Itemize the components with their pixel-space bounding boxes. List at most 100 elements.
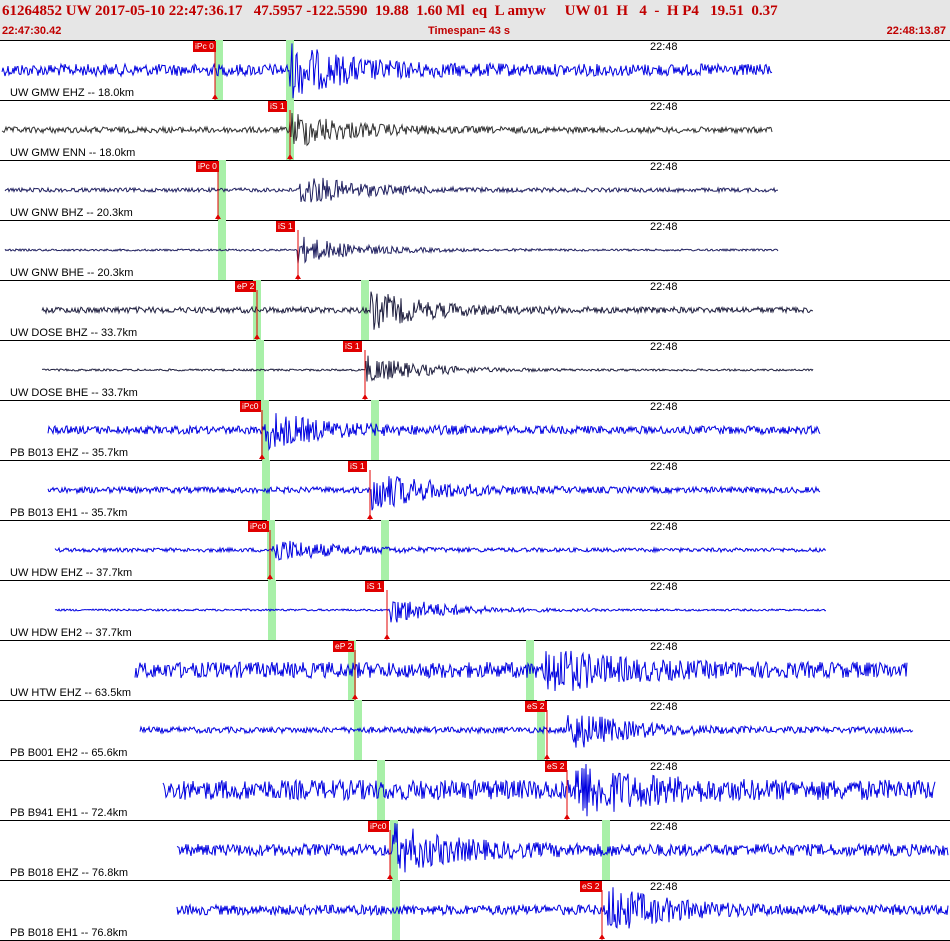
- pick-label[interactable]: iPc0: [240, 401, 261, 412]
- seismogram-trace: [176, 822, 949, 873]
- pick-label[interactable]: iPc 0: [193, 41, 216, 52]
- trace-panel[interactable]: iPc0 22:48 PB B018 EHZ -- 76.8km: [0, 820, 950, 881]
- waveform-plot: [47, 460, 821, 520]
- channel-label: UW GNW BHZ -- 20.3km: [10, 207, 133, 219]
- waveform-plot: [134, 640, 908, 700]
- waveform-plot: [41, 280, 813, 340]
- pick-marker: [599, 934, 605, 939]
- minute-marker: 22:48: [650, 581, 678, 593]
- event-summary: 61264852 UW 2017-05-10 22:47:36.17 47.59…: [2, 3, 778, 19]
- seismogram-trace: [41, 291, 813, 330]
- minute-marker: 22:48: [650, 461, 678, 473]
- minute-marker: 22:48: [650, 281, 678, 293]
- channel-label: UW DOSE BHE -- 33.7km: [10, 387, 138, 399]
- minute-marker: 22:48: [650, 761, 678, 773]
- pick-label[interactable]: iPc0: [368, 821, 389, 832]
- start-time: 22:47:30.42: [2, 25, 62, 37]
- waveform-plot: [47, 400, 821, 460]
- channel-label: PB B018 EHZ -- 76.8km: [10, 867, 128, 879]
- trace-panel[interactable]: iS 1 22:48 UW GNW BHE -- 20.3km: [0, 220, 950, 281]
- trace-panel[interactable]: iPc 0 22:48 UW GMW EHZ -- 18.0km: [0, 40, 950, 101]
- channel-label: PB B018 EH1 -- 76.8km: [10, 927, 128, 939]
- waveform-plot: [1, 40, 773, 100]
- minute-marker: 22:48: [650, 341, 678, 353]
- minute-marker: 22:48: [650, 161, 678, 173]
- timespan: Timespan= 43 s: [428, 25, 511, 37]
- minute-marker: 22:48: [650, 821, 678, 833]
- waveform-plot: [4, 160, 779, 220]
- pick-label[interactable]: eP 2: [333, 641, 355, 652]
- pick-label[interactable]: eP 2: [235, 281, 257, 292]
- minute-marker: 22:48: [650, 101, 678, 113]
- minute-marker: 22:48: [650, 881, 678, 893]
- pick-marker: [564, 814, 570, 819]
- pick-label[interactable]: iS 1: [348, 461, 367, 472]
- trace-panel[interactable]: iS 1 22:48 UW GMW ENN -- 18.0km: [0, 100, 950, 161]
- minute-marker: 22:48: [650, 221, 678, 233]
- pick-label[interactable]: eS 2: [525, 701, 547, 712]
- waveform-panels: iPc 0 22:48 UW GMW EHZ -- 18.0km iS 1 22:48 U…: [0, 40, 950, 941]
- waveform-plot: [162, 760, 936, 820]
- seismogram-trace: [54, 601, 827, 623]
- pick-marker: [367, 514, 373, 519]
- pick-marker: [384, 634, 390, 639]
- analysis-window: [381, 520, 389, 580]
- trace-panel[interactable]: eP 2 22:48 UW HTW EHZ -- 63.5km: [0, 640, 950, 701]
- seismogram-trace: [41, 355, 814, 382]
- pick-label[interactable]: iPc0: [248, 521, 269, 532]
- seismogram-trace: [4, 236, 779, 264]
- trace-panel[interactable]: iPc0 22:48 UW HDW EHZ -- 37.7km: [0, 520, 950, 581]
- waveform-plot: [176, 880, 949, 940]
- channel-label: UW GMW EHZ -- 18.0km: [10, 87, 135, 99]
- trace-panel[interactable]: iS 1 22:48 UW DOSE BHE -- 33.7km: [0, 340, 950, 401]
- seismogram-trace: [54, 540, 827, 561]
- waveform-plot: [41, 340, 814, 400]
- minute-marker: 22:48: [650, 521, 678, 533]
- channel-label: UW GMW ENN -- 18.0km: [10, 147, 136, 159]
- pick-label[interactable]: iS 1: [276, 221, 295, 232]
- seismogram-trace: [139, 715, 914, 748]
- channel-label: UW HDW EH2 -- 37.7km: [10, 627, 132, 639]
- channel-label: PB B941 EH1 -- 72.4km: [10, 807, 128, 819]
- minute-marker: 22:48: [650, 701, 678, 713]
- minute-marker: 22:48: [650, 641, 678, 653]
- trace-panel[interactable]: eS 2 22:48 PB B018 EH1 -- 76.8km: [0, 880, 950, 941]
- pick-label[interactable]: eS 2: [580, 881, 602, 892]
- end-time: 22:48:13.87: [886, 25, 946, 37]
- trace-panel[interactable]: iS 1 22:48 PB B013 EH1 -- 35.7km: [0, 460, 950, 521]
- pick-label[interactable]: iS 1: [268, 101, 287, 112]
- pick-label[interactable]: iS 1: [365, 581, 384, 592]
- trace-panel[interactable]: eP 2 22:48 UW DOSE BHZ -- 33.7km: [0, 280, 950, 341]
- trace-panel[interactable]: iS 1 22:48 UW HDW EH2 -- 37.7km: [0, 580, 950, 641]
- minute-marker: 22:48: [650, 41, 678, 53]
- seismogram-trace: [134, 650, 908, 692]
- seismogram-trace: [1, 112, 773, 147]
- waveform-plot: [4, 220, 779, 280]
- channel-label: UW HDW EHZ -- 37.7km: [10, 567, 133, 579]
- channel-label: UW HTW EHZ -- 63.5km: [10, 687, 131, 699]
- seismogram-trace: [4, 177, 779, 203]
- trace-panel[interactable]: eS 2 22:48 PB B941 EH1 -- 72.4km: [0, 760, 950, 821]
- channel-label: UW GNW BHE -- 20.3km: [10, 267, 134, 279]
- pick-marker: [362, 394, 368, 399]
- pick-label[interactable]: eS 2: [545, 761, 567, 772]
- waveform-plot: [1, 100, 773, 160]
- trace-panel[interactable]: iPc 0 22:48 UW GNW BHZ -- 20.3km: [0, 160, 950, 221]
- event-header: 61264852 UW 2017-05-10 22:47:36.17 47.59…: [0, 0, 950, 41]
- seismogram-trace: [47, 476, 821, 511]
- pick-label[interactable]: iS 1: [343, 341, 362, 352]
- channel-label: PB B013 EHZ -- 35.7km: [10, 447, 128, 459]
- channel-label: PB B001 EH2 -- 65.6km: [10, 747, 128, 759]
- seismogram-trace: [176, 887, 949, 929]
- trace-panel[interactable]: iPc0 22:48 PB B013 EHZ -- 35.7km: [0, 400, 950, 461]
- channel-label: PB B013 EH1 -- 35.7km: [10, 507, 128, 519]
- waveform-plot: [54, 580, 827, 640]
- waveform-plot: [54, 520, 827, 580]
- trace-panel[interactable]: eS 2 22:48 PB B001 EH2 -- 65.6km: [0, 700, 950, 761]
- channel-label: UW DOSE BHZ -- 33.7km: [10, 327, 138, 339]
- pick-marker: [295, 274, 301, 279]
- minute-marker: 22:48: [650, 401, 678, 413]
- pick-label[interactable]: iPc 0: [196, 161, 219, 172]
- waveform-plot: [139, 700, 914, 760]
- seismogram-trace: [47, 413, 821, 451]
